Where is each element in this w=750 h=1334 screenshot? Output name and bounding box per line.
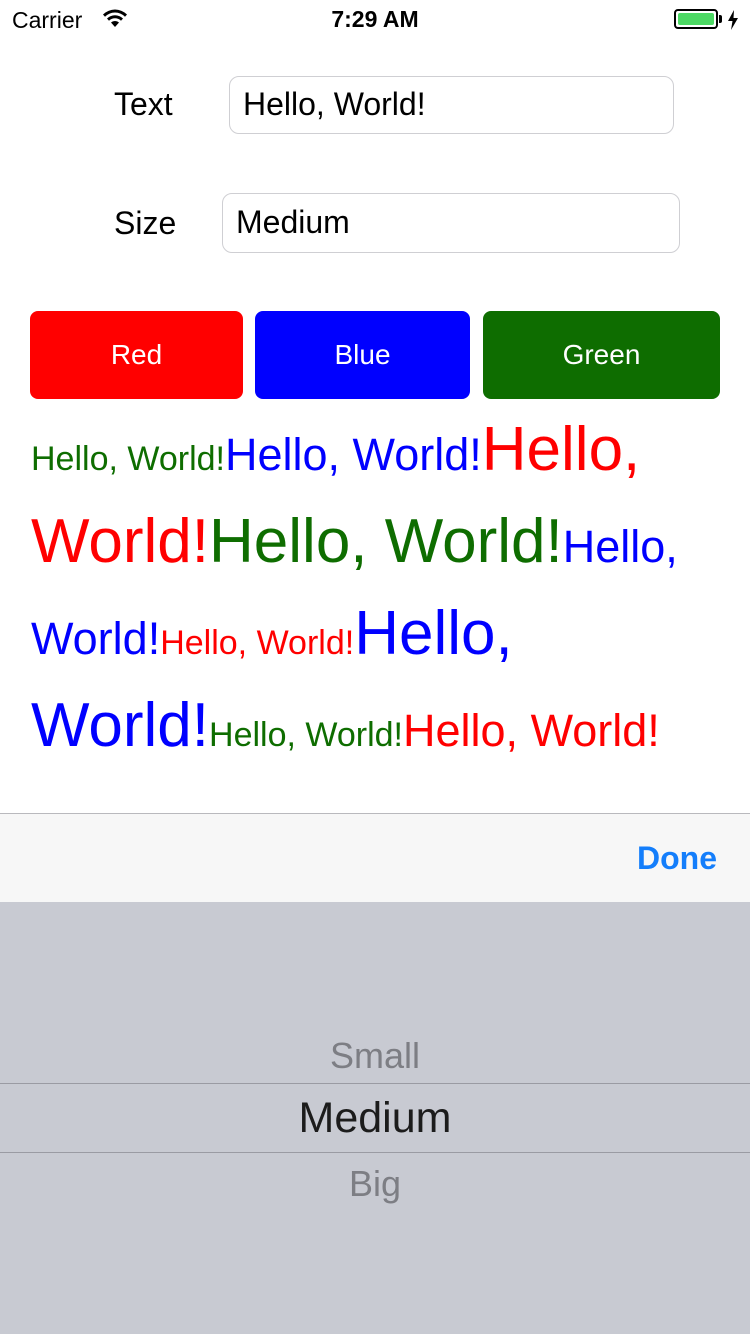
blue-button[interactable]: Blue	[255, 311, 470, 399]
text-input[interactable]: Hello, World!	[229, 76, 674, 134]
result-run: Hello, World!	[160, 624, 355, 662]
battery-cap	[719, 15, 722, 23]
done-button[interactable]: Done	[637, 840, 717, 877]
result-run: Hello, World!	[209, 507, 563, 576]
picker-selection-bottom-line	[0, 1152, 750, 1153]
result-run: Hello, World!	[403, 705, 660, 756]
status-time: 7:29 AM	[331, 6, 419, 32]
battery-level-fill	[678, 13, 714, 25]
result-text: Hello, World!Hello, World!Hello, World!H…	[31, 412, 701, 780]
picker-option-small[interactable]: Small	[0, 1035, 750, 1077]
picker-option-big[interactable]: Big	[0, 1163, 750, 1205]
size-field-label: Size	[114, 205, 177, 241]
size-input[interactable]: Medium	[222, 193, 680, 253]
text-field-label: Text	[114, 86, 173, 122]
result-run: Hello, World!	[209, 716, 404, 754]
red-button[interactable]: Red	[30, 311, 243, 399]
picker-toolbar: Done	[0, 813, 750, 902]
green-button[interactable]: Green	[483, 311, 720, 399]
result-run: Hello, World!	[31, 440, 225, 478]
result-run: Hello, World!	[225, 429, 482, 480]
picker-option-medium-selected[interactable]: Medium	[0, 1094, 750, 1143]
charging-bolt-icon	[728, 10, 738, 30]
battery-icon	[674, 9, 718, 29]
picker-selection-top-line	[0, 1083, 750, 1084]
status-bar: Carrier 7:29 AM	[0, 0, 750, 40]
size-picker[interactable]: Small Medium Big	[0, 902, 750, 1334]
